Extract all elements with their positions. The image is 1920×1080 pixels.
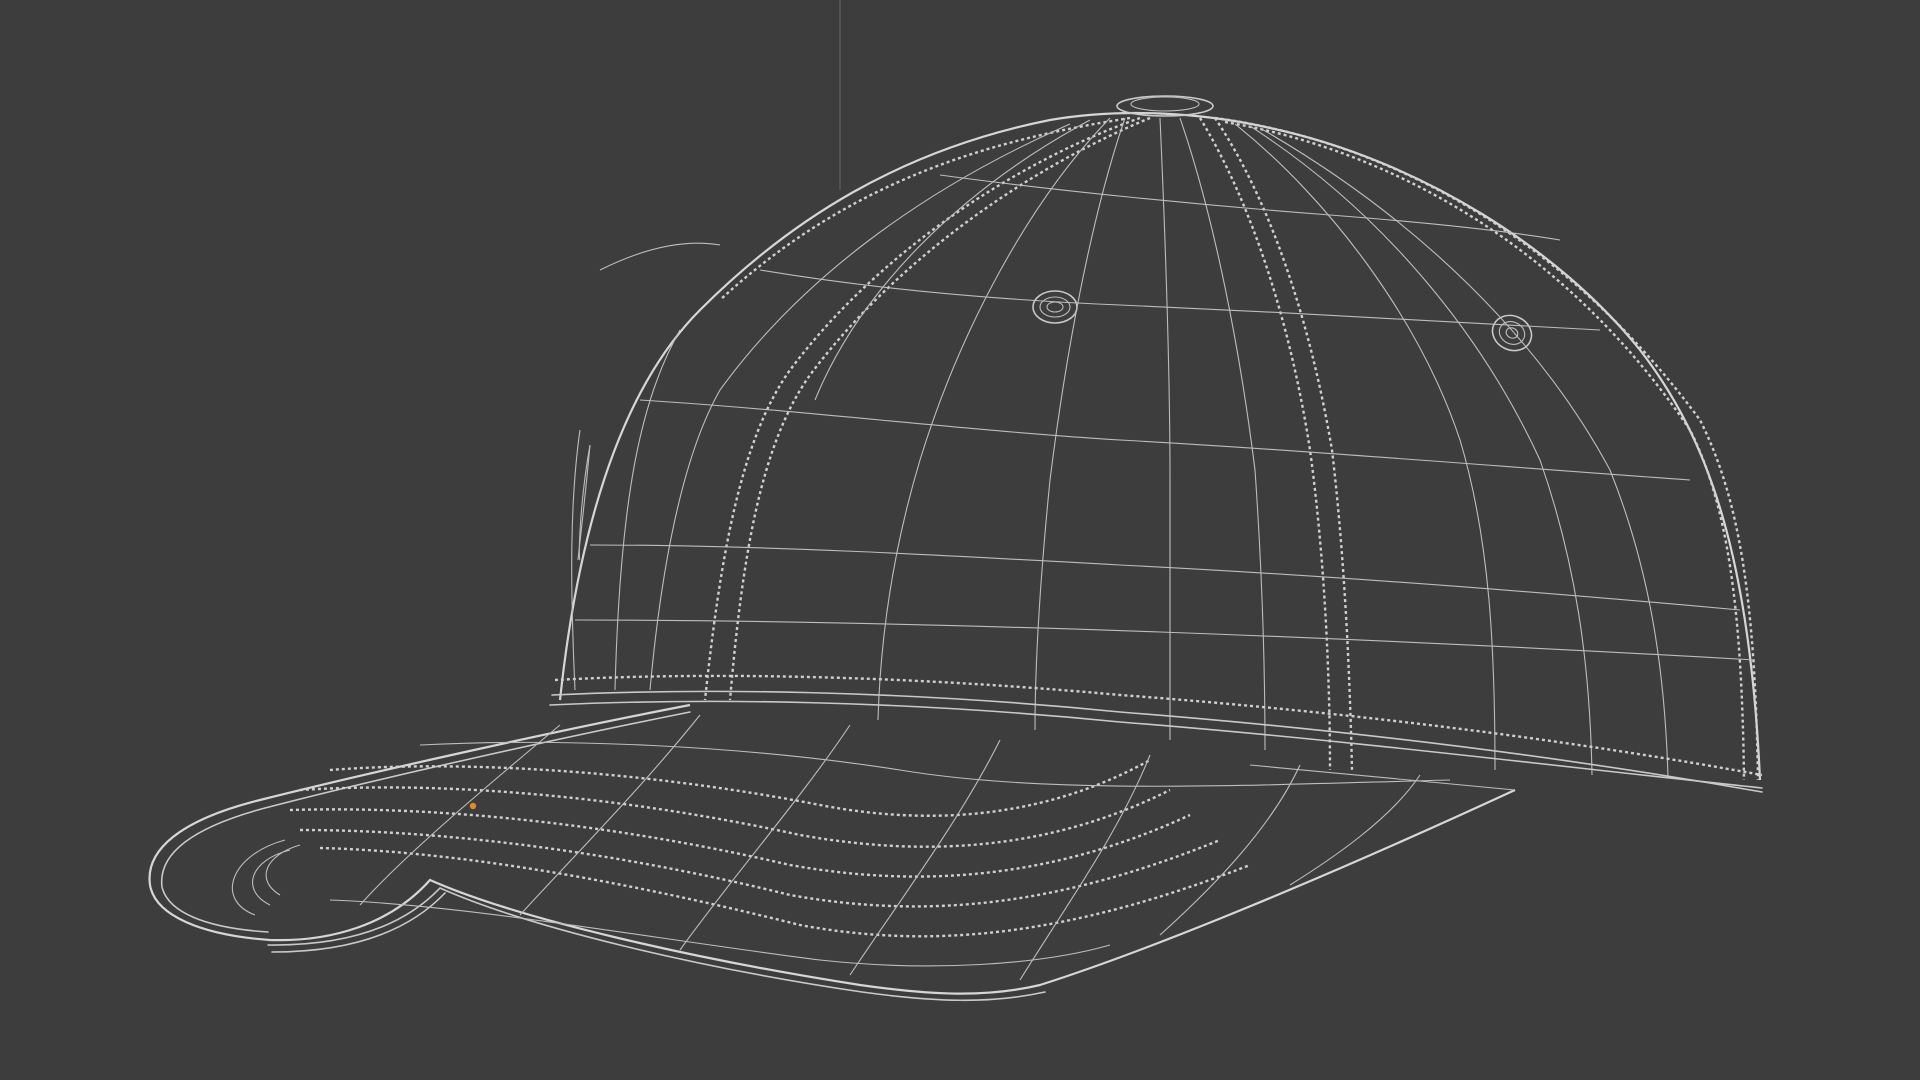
brim[interactable]: [148, 703, 1516, 1002]
crown-left-seam-end: [599, 242, 721, 271]
wireframe-canvas[interactable]: [0, 0, 1920, 1080]
crown-base-rim: [549, 429, 1763, 793]
cap-wireframe[interactable]: [148, 95, 1763, 1002]
brim-outline: [148, 703, 1516, 995]
crown-side-edge: [577, 444, 591, 561]
crown-button-inner: [1130, 96, 1200, 112]
3d-viewport[interactable]: [0, 0, 1920, 1080]
crown-outline: [558, 111, 1762, 781]
seam-lines: [703, 116, 1760, 781]
eyelet-right-icon: [1491, 314, 1533, 352]
object-origin-marker[interactable]: [469, 802, 477, 810]
eyelet-left-icon: [1032, 290, 1078, 324]
crown-meridians: [614, 117, 1669, 779]
